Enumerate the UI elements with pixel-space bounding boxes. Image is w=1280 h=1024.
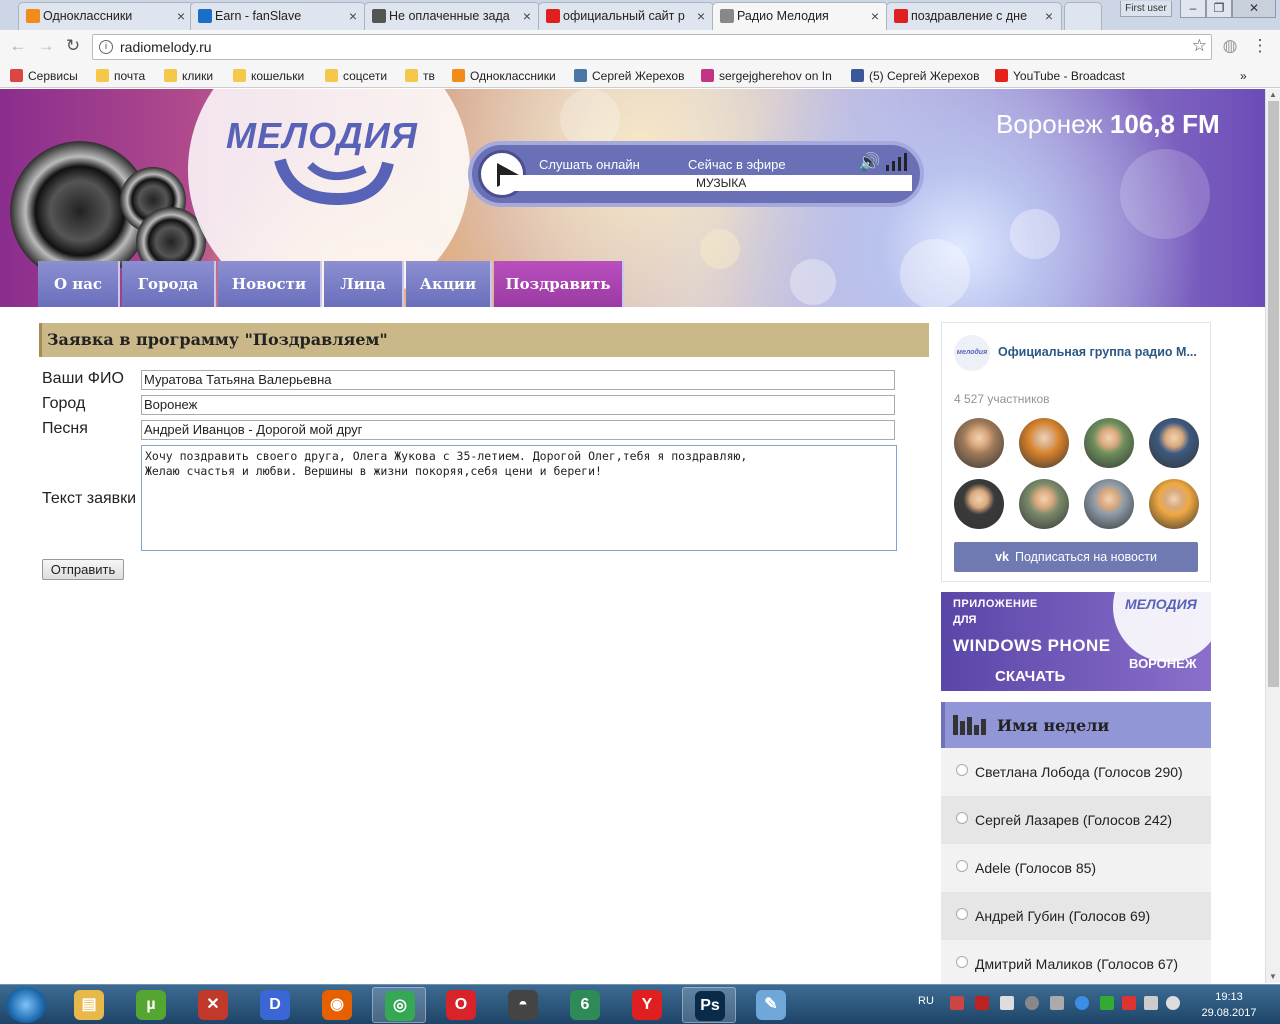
taskbar-app[interactable]: ◎ <box>372 987 426 1023</box>
taskbar-app[interactable]: O <box>434 987 488 1023</box>
poll-options: Светлана Лобода (Голосов 290) Сергей Лаза… <box>0 0 1280 984</box>
explorer-icon: ▤ <box>74 990 104 1020</box>
clock-date: 29.08.2017 <box>1201 1007 1257 1019</box>
taskbar-app[interactable]: ◉ <box>310 987 364 1023</box>
opera-icon: O <box>446 990 476 1020</box>
start-button[interactable] <box>6 987 46 1023</box>
poll-option[interactable]: Сергей Лазарев (Голосов 242) <box>941 796 1211 844</box>
taskbar-app[interactable]: ▤ <box>62 987 116 1023</box>
firefox-icon: ◉ <box>322 990 352 1020</box>
page-scrollbar[interactable]: ▲ ▼ <box>1265 89 1280 983</box>
tray-icon[interactable] <box>1025 996 1039 1010</box>
network-icon[interactable] <box>1144 996 1158 1010</box>
flag-icon[interactable] <box>1000 996 1014 1010</box>
taskbar-app[interactable]: D <box>248 987 302 1023</box>
volume-tray-icon[interactable] <box>1166 996 1180 1010</box>
notepad-icon: ✎ <box>756 990 786 1020</box>
scrollbar-thumb[interactable] <box>1268 101 1279 687</box>
taskbar-app[interactable]: µ <box>124 987 178 1023</box>
radio-button[interactable] <box>956 908 968 920</box>
chrome-icon: ◎ <box>385 991 415 1021</box>
tray-icon[interactable] <box>1075 996 1089 1010</box>
taskbar-app[interactable]: Y <box>620 987 674 1023</box>
tool-icon: ✕ <box>198 990 228 1020</box>
poll-option[interactable]: Adele (Голосов 85) <box>941 844 1211 892</box>
utorrent-icon: µ <box>136 990 166 1020</box>
poll-option-label: Светлана Лобода (Голосов 290) <box>975 764 1183 780</box>
poll-option-label: Дмитрий Маликов (Голосов 67) <box>975 956 1179 972</box>
tray-icon[interactable] <box>1100 996 1114 1010</box>
d-app-icon: D <box>260 990 290 1020</box>
radio-button[interactable] <box>956 860 968 872</box>
tray-icon[interactable] <box>1122 996 1136 1010</box>
taskbar-app[interactable]: ✎ <box>744 987 798 1023</box>
windows-taskbar: ▤ µ ✕ D ◉ ◎ O ◓ 6 Y Ps ✎ RU 19:13 29.08.2017 <box>0 984 1280 1024</box>
tray-icon[interactable] <box>950 996 964 1010</box>
lock-app-icon: 6 <box>570 990 600 1020</box>
radio-button[interactable] <box>956 812 968 824</box>
tray-icon[interactable] <box>1050 996 1064 1010</box>
clock[interactable]: 19:13 29.08.2017 <box>1196 989 1262 1021</box>
poll-option-label: Сергей Лазарев (Голосов 242) <box>975 812 1173 828</box>
taskbar-app[interactable]: 6 <box>558 987 612 1023</box>
poll-option-label: Андрей Губин (Голосов 69) <box>975 908 1151 924</box>
poll-option[interactable]: Светлана Лобода (Голосов 290) <box>941 748 1211 796</box>
radio-button[interactable] <box>956 764 968 776</box>
radio-button[interactable] <box>956 956 968 968</box>
photoshop-icon: Ps <box>695 991 725 1021</box>
scroll-up-icon[interactable]: ▲ <box>1269 90 1277 99</box>
taskbar-app[interactable]: Ps <box>682 987 736 1023</box>
poll-option[interactable]: Дмитрий Маликов (Голосов 67) <box>941 940 1211 984</box>
clock-time: 19:13 <box>1215 991 1243 1003</box>
poll-option[interactable]: Андрей Губин (Голосов 69) <box>941 892 1211 940</box>
language-indicator[interactable]: RU <box>918 995 934 1007</box>
taskbar-app[interactable]: ◓ <box>496 987 550 1023</box>
taskbar-app[interactable]: ✕ <box>186 987 240 1023</box>
incognito-icon: ◓ <box>508 990 538 1020</box>
yandex-browser-icon: Y <box>632 990 662 1020</box>
tray-icon[interactable] <box>975 996 989 1010</box>
scroll-down-icon[interactable]: ▼ <box>1269 972 1277 981</box>
poll-option-label: Adele (Голосов 85) <box>975 860 1097 876</box>
